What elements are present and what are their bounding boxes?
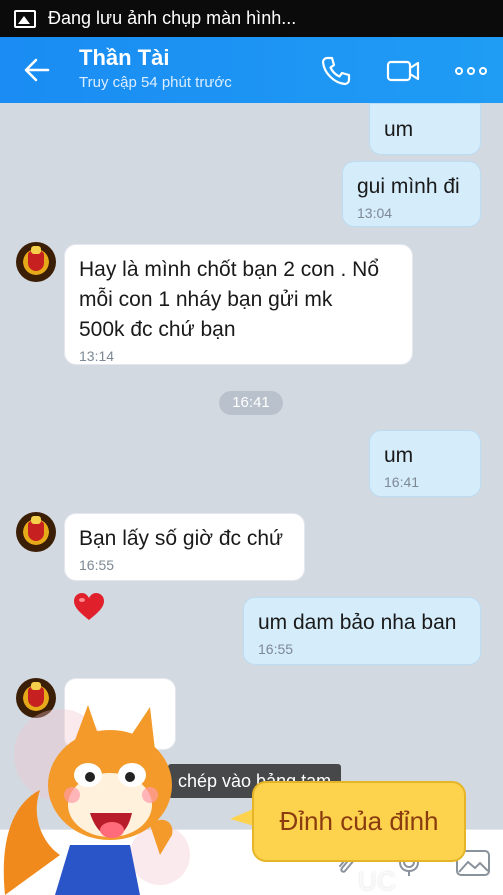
message-bubble-incoming[interactable]: Bạn lấy số giờ đc chứ 16:55 [64, 513, 305, 581]
message-bubble-outgoing[interactable]: gui mình đi 13:04 [342, 161, 481, 227]
status-notification: Đang lưu ảnh chụp màn hình... [48, 8, 297, 28]
message-text: um [384, 118, 414, 141]
message-time: 16:55 [258, 641, 294, 657]
message-bubble-outgoing[interactable]: um 16:41 [369, 430, 481, 497]
phone-call-icon[interactable] [319, 54, 353, 88]
video-call-icon[interactable] [386, 54, 420, 88]
status-bar: Đang lưu ảnh chụp màn hình... [0, 0, 503, 37]
message-time: 16:41 [384, 474, 420, 490]
chat-header: Thần Tài Truy cập 54 phút trước [0, 37, 503, 103]
message-text-line: Hay là mình chốt bạn 2 con . Nổ [79, 258, 379, 281]
message-text: um dam bảo nha ban [258, 611, 457, 634]
message-bubble-outgoing[interactable]: um [369, 103, 481, 155]
contact-name[interactable]: Thần Tài [79, 45, 169, 71]
uc-squirrel-mascot-icon[interactable] [0, 695, 200, 895]
last-seen-status: Truy cập 54 phút trước [79, 74, 232, 91]
message-text-line: mỗi con 1 nháy bạn gửi mk [79, 288, 333, 311]
time-divider: 16:41 [219, 391, 283, 415]
contact-avatar[interactable] [16, 512, 56, 552]
uc-browser-watermark: UC Browser [358, 866, 397, 895]
message-time: 13:04 [357, 205, 393, 221]
more-options-icon[interactable] [454, 54, 488, 88]
back-arrow-icon[interactable] [22, 55, 52, 85]
message-bubble-outgoing[interactable]: um dam bảo nha ban 16:55 [243, 597, 481, 665]
mascot-speech-bubble[interactable]: Đỉnh của đỉnh [252, 781, 466, 862]
message-text: Bạn lấy số giờ đc chứ [79, 527, 284, 550]
message-time: 16:55 [79, 557, 115, 573]
message-time: 13:14 [79, 348, 115, 364]
heart-sticker-icon [74, 593, 104, 620]
message-text: um [384, 444, 414, 467]
contact-avatar[interactable] [16, 242, 56, 282]
image-icon [14, 9, 36, 28]
message-text-line: 500k đc chứ bạn [79, 318, 236, 341]
message-text: gui mình đi [357, 175, 460, 198]
message-bubble-incoming[interactable]: Hay là mình chốt bạn 2 con . Nổ mỗi con … [64, 244, 413, 365]
